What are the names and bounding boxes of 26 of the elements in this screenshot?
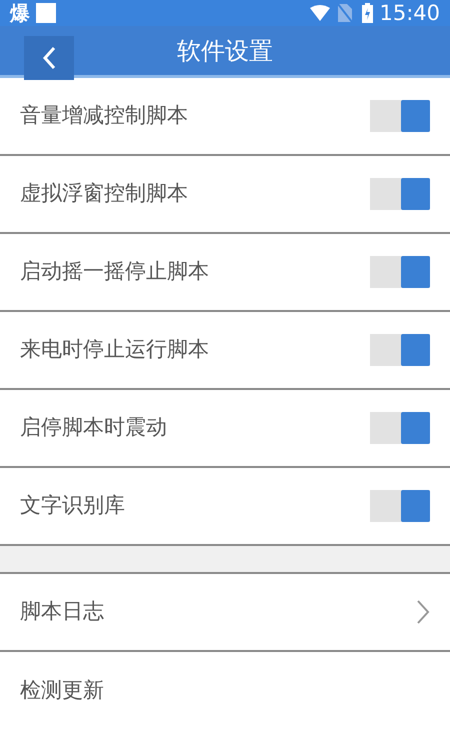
toggle-switch[interactable]: [370, 256, 430, 288]
menu-item[interactable]: 脚本日志: [0, 574, 450, 652]
back-chevron-icon: [42, 46, 56, 70]
setting-label: 音量增减控制脚本: [20, 102, 189, 130]
setting-label: 启停脚本时震动: [20, 414, 168, 442]
setting-label: 来电时停止运行脚本: [20, 336, 210, 364]
clock-time: 15:40: [379, 2, 440, 24]
page-title: 软件设置: [177, 36, 273, 67]
toggle-switch[interactable]: [370, 490, 430, 522]
setting-label: 虚拟浮窗控制脚本: [20, 180, 189, 208]
toggle-switch[interactable]: [370, 178, 430, 210]
setting-label: 启动摇一摇停止脚本: [20, 258, 210, 286]
toggle-switch[interactable]: [370, 334, 430, 366]
toggle-switch[interactable]: [370, 100, 430, 132]
back-button[interactable]: [24, 36, 74, 80]
menu-item[interactable]: 检测更新: [0, 652, 450, 730]
menu-label: 检测更新: [20, 677, 105, 704]
notification-square-icon: [36, 3, 56, 24]
battery-icon: [362, 3, 374, 24]
wifi-icon: [310, 5, 330, 22]
notification-glyph: 爆: [10, 3, 30, 24]
no-sim-icon: [338, 4, 352, 22]
setting-label: 文字识别库: [20, 492, 126, 520]
menu-label: 脚本日志: [20, 598, 105, 626]
toggle-switch[interactable]: [370, 412, 430, 444]
chevron-right-icon: [416, 599, 430, 625]
